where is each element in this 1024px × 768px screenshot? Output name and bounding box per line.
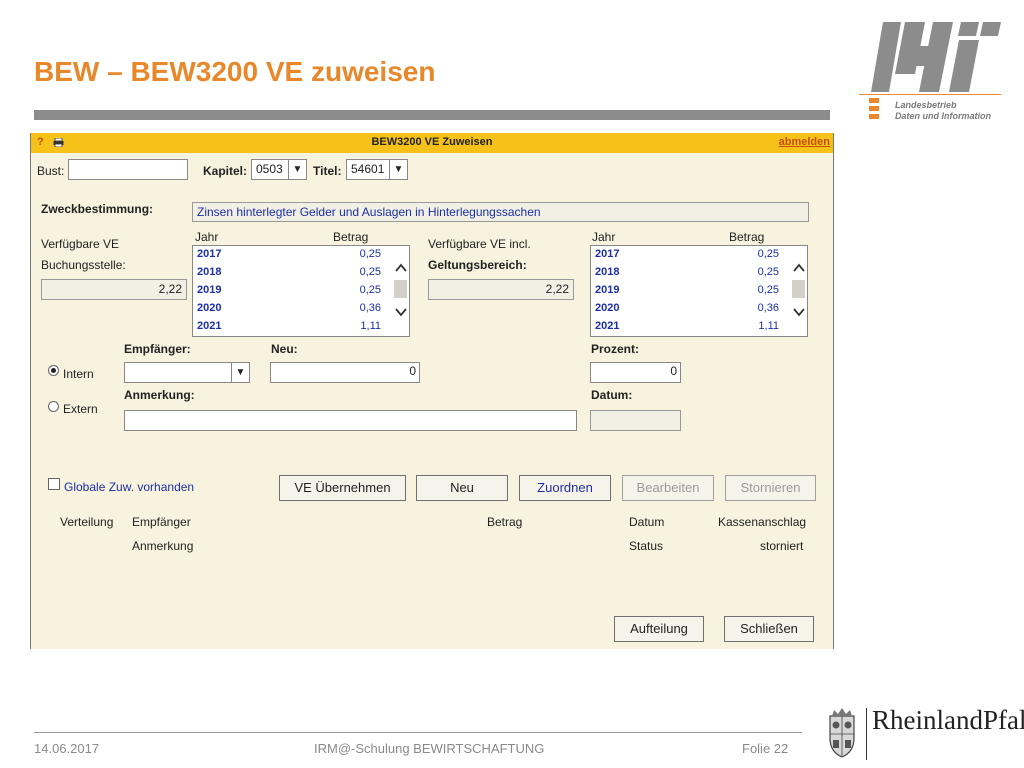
- list-item[interactable]: 2019 0,25: [195, 282, 381, 300]
- list-item[interactable]: 2018 0,25: [195, 264, 381, 282]
- scrollbar[interactable]: [791, 247, 806, 335]
- footer-page: Folie 22: [742, 741, 789, 756]
- state-logo-divider: [866, 708, 867, 760]
- titel-value: 54601: [351, 162, 385, 176]
- neu-button[interactable]: Neu: [416, 475, 508, 501]
- chevron-down-icon[interactable]: ▼: [231, 363, 249, 382]
- datum-label: Datum:: [591, 388, 633, 402]
- prozent-label: Prozent:: [591, 342, 639, 356]
- logo-rule: [859, 94, 1001, 95]
- zuordnen-button[interactable]: Zuordnen: [519, 475, 611, 501]
- extern-label: Extern: [63, 402, 98, 416]
- col-datum: Datum: [629, 515, 665, 529]
- right-panel-label-1: Verfügbare VE incl.: [428, 237, 531, 251]
- chevron-up-icon[interactable]: [394, 261, 408, 275]
- right-panel-label-2: Geltungsbereich:: [428, 258, 527, 272]
- left-panel-value: 2,22: [41, 279, 187, 300]
- ldi-logo: Landesbetrieb Daten und Information: [855, 16, 1005, 122]
- bearbeiten-button[interactable]: Bearbeiten: [622, 475, 714, 501]
- list-item[interactable]: 2018 0,25: [593, 264, 779, 282]
- list-item[interactable]: 2020 0,36: [593, 300, 779, 318]
- datum-field: [590, 410, 681, 431]
- intern-label: Intern: [63, 367, 94, 381]
- aufteilung-button[interactable]: Aufteilung: [614, 616, 704, 642]
- scrollbar-thumb[interactable]: [394, 280, 407, 298]
- globale-label: Globale Zuw. vorhanden: [64, 480, 195, 494]
- col-anmerkung: Anmerkung: [132, 539, 194, 553]
- anmerkung-label: Anmerkung:: [124, 388, 195, 402]
- titel-label: Titel:: [313, 164, 342, 178]
- state-logo-text: RheinlandPfalz: [872, 705, 1024, 735]
- empfaenger-select[interactable]: ▼: [124, 362, 250, 383]
- stornieren-button[interactable]: Stornieren: [725, 475, 816, 501]
- list-item[interactable]: 2017 0,25: [593, 246, 779, 264]
- app-window: ? BEW3200 VE Zuweisen abmelden Bust: Kap…: [30, 133, 834, 649]
- intern-radio[interactable]: [48, 365, 59, 376]
- titel-select[interactable]: 54601 ▼: [346, 159, 408, 180]
- col-kassenanschlag: Kassenanschlag: [718, 515, 807, 529]
- footer-divider: [34, 732, 802, 733]
- list-item[interactable]: 2019 0,25: [593, 282, 779, 300]
- col-verteilung: Verteilung: [60, 515, 114, 529]
- slide-title: BEW – BEW3200 VE zuweisen: [34, 56, 436, 87]
- col-betrag: Betrag: [487, 515, 523, 529]
- chevron-down-icon[interactable]: [792, 305, 806, 319]
- left-panel-label-2: Buchungsstelle:: [41, 258, 126, 272]
- globale-checkbox[interactable]: [48, 478, 60, 490]
- anmerkung-input[interactable]: [124, 410, 577, 431]
- app-header: ? BEW3200 VE Zuweisen abmelden: [31, 133, 833, 153]
- logo-line-1: Landesbetrieb: [895, 100, 957, 110]
- list-item[interactable]: 2017 0,25: [195, 246, 381, 264]
- app-title: BEW3200 VE Zuweisen: [371, 136, 493, 148]
- kapitel-select[interactable]: 0503 ▼: [251, 159, 307, 180]
- empfaenger-label: Empfänger:: [124, 342, 191, 356]
- zweck-field: Zinsen hinterlegter Gelder und Auslagen …: [192, 202, 809, 222]
- right-ve-list[interactable]: 2017 0,25 2018 0,25 2019 0,25 2020 0,36 2021…: [590, 245, 808, 337]
- list-item[interactable]: 2020 0,36: [195, 300, 381, 318]
- left-panel-label-1: Verfügbare VE: [41, 237, 120, 251]
- scrollbar[interactable]: [393, 247, 408, 335]
- ldi-logo-mark-icon: [869, 98, 879, 119]
- left-col-jahr: Jahr: [195, 230, 219, 244]
- right-col-betrag: Betrag: [729, 230, 765, 244]
- left-col-betrag: Betrag: [333, 230, 369, 244]
- chevron-down-icon[interactable]: ▼: [389, 160, 407, 179]
- ldi-logo-icon: [871, 22, 1001, 92]
- kapitel-value: 0503: [256, 162, 283, 176]
- zweck-label: Zweckbestimmung:: [41, 202, 154, 216]
- chevron-down-icon[interactable]: [394, 305, 408, 319]
- logo-line-2: Daten und Information: [895, 111, 991, 121]
- col-empfaenger: Empfänger: [132, 515, 191, 529]
- right-col-jahr: Jahr: [592, 230, 616, 244]
- right-panel-value: 2,22: [428, 279, 574, 300]
- title-divider: [34, 110, 830, 120]
- chevron-down-icon[interactable]: ▼: [288, 160, 306, 179]
- list-item[interactable]: 2021 1,11: [593, 318, 779, 336]
- list-item[interactable]: 2021 1,11: [195, 318, 381, 336]
- left-ve-list[interactable]: 2017 0,25 2018 0,25 2019 0,25 2020 0,36 2021…: [192, 245, 410, 337]
- prozent-input[interactable]: 0: [590, 362, 681, 383]
- kapitel-label: Kapitel:: [203, 164, 248, 178]
- coat-of-arms-icon: [829, 708, 855, 758]
- schliessen-button[interactable]: Schließen: [724, 616, 814, 642]
- logout-link[interactable]: abmelden: [779, 136, 830, 148]
- chevron-up-icon[interactable]: [792, 261, 806, 275]
- col-storniert: storniert: [760, 539, 804, 553]
- extern-radio[interactable]: [48, 401, 59, 412]
- bust-input[interactable]: [68, 159, 188, 180]
- scrollbar-thumb[interactable]: [792, 280, 805, 298]
- col-status: Status: [629, 539, 664, 553]
- neu-input[interactable]: 0: [270, 362, 420, 383]
- neu-label: Neu:: [271, 342, 298, 356]
- ve-uebernehmen-button[interactable]: VE Übernehmen: [279, 475, 406, 501]
- bust-label: Bust:: [37, 164, 65, 178]
- footer-title: IRM@-Schulung BEWIRTSCHAFTUNG: [314, 741, 545, 756]
- footer-date: 14.06.2017: [34, 741, 100, 756]
